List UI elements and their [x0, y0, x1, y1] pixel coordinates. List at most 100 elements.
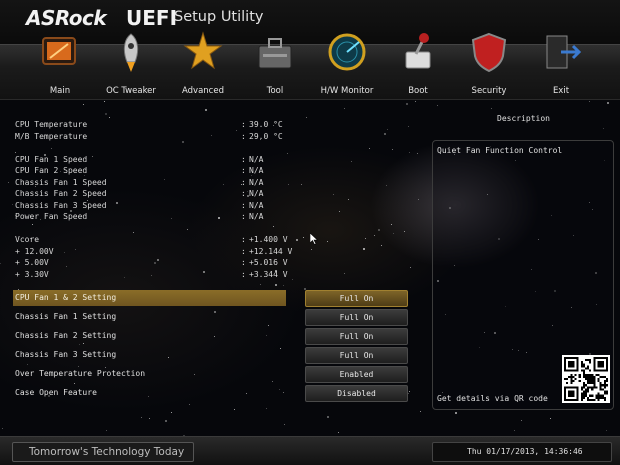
reading-separator: :	[241, 177, 246, 187]
star	[157, 258, 160, 261]
reading-label: + 5.00V	[15, 258, 49, 267]
tab-security[interactable]: Security	[453, 30, 525, 100]
setting-value-chassis-fan-1-setting[interactable]: Full On	[305, 309, 408, 326]
reading-label: CPU Fan 1 Speed	[15, 154, 88, 164]
setting-value-chassis-fan-3-setting[interactable]: Full On	[305, 347, 408, 364]
star	[288, 184, 290, 186]
star	[454, 412, 457, 415]
tab-exit[interactable]: Exit	[525, 30, 597, 100]
tab-label: Exit	[552, 86, 570, 96]
reading-label: CPU Fan 2 Speed	[15, 166, 88, 175]
setting-over-temperature-protection[interactable]: Over Temperature Protection	[13, 366, 286, 382]
star	[300, 184, 302, 185]
star	[274, 284, 277, 287]
star	[607, 101, 609, 104]
star	[32, 223, 34, 225]
exit-door-icon	[539, 30, 583, 74]
star	[74, 383, 75, 385]
tab-tool[interactable]: Tool	[239, 30, 311, 100]
mouse-cursor-icon	[310, 233, 319, 245]
star	[409, 391, 411, 393]
description-title: Description	[497, 114, 550, 123]
reading-label: + 3.30V	[15, 269, 49, 279]
star	[66, 266, 68, 268]
star	[170, 411, 172, 413]
setting-case-open-feature[interactable]: Case Open Feature	[13, 385, 286, 401]
brand-logo: ASRock	[26, 6, 107, 30]
star	[11, 203, 13, 205]
tab-main[interactable]: Main	[24, 30, 96, 100]
status-bar: Tomorrow's Technology Today Thu 01/17/20…	[0, 436, 620, 465]
reading-separator: :	[241, 166, 246, 175]
star	[408, 151, 410, 153]
reading-value: +3.344 V	[249, 269, 288, 279]
reading-value: N/A	[249, 189, 264, 198]
star	[74, 248, 76, 250]
tab-advanced[interactable]: Advanced	[167, 30, 239, 100]
star	[246, 190, 248, 192]
product-name: UEFI	[126, 6, 178, 30]
reading-value: N/A	[249, 166, 264, 175]
description-text: Quiet Fan Function Control	[437, 146, 563, 155]
star	[218, 217, 221, 220]
star	[189, 404, 191, 406]
setting-value-case-open-feature[interactable]: Disabled	[305, 385, 408, 402]
tagline-box: Tomorrow's Technology Today	[12, 442, 194, 462]
setting-cpu-fan-1-2-setting[interactable]: CPU Fan 1 & 2 Setting	[13, 290, 286, 306]
reading-value: N/A	[249, 177, 264, 187]
main-icon	[38, 30, 82, 74]
reading-separator: :	[241, 246, 246, 256]
star	[92, 156, 94, 158]
tab-label: Main	[49, 86, 71, 96]
reading-value: N/A	[249, 154, 264, 164]
star	[513, 429, 515, 431]
tab-oc-tweaker[interactable]: OC Tweaker	[95, 30, 167, 100]
tab-label: Tool	[266, 86, 284, 96]
star	[165, 420, 168, 423]
setting-value-cpu-fan-1-2-setting[interactable]: Full On	[305, 290, 408, 307]
star	[286, 152, 288, 154]
setting-chassis-fan-3-setting[interactable]: Chassis Fan 3 Setting	[13, 347, 286, 363]
qr-caption: Get details via QR code	[437, 394, 548, 403]
star	[103, 101, 105, 102]
star	[171, 218, 173, 220]
reading-separator: :	[241, 120, 246, 129]
datetime-box: Thu 01/17/2013, 14:36:46	[432, 442, 612, 462]
reading-label: Chassis Fan 1 Speed	[15, 177, 107, 187]
reading-separator: :	[241, 131, 246, 141]
setting-value-over-temperature-protection[interactable]: Enabled	[305, 366, 408, 383]
star	[365, 237, 367, 239]
star	[82, 104, 84, 106]
star	[405, 102, 408, 105]
qr-code-icon	[562, 355, 610, 403]
star	[332, 193, 334, 195]
tab-label: Security	[471, 86, 507, 96]
star	[124, 276, 126, 278]
tab-h-w-monitor[interactable]: H/W Monitor	[311, 30, 383, 100]
reading-label: + 12.00V	[15, 246, 54, 256]
star	[348, 199, 350, 200]
setting-chassis-fan-1-setting[interactable]: Chassis Fan 1 Setting	[13, 309, 286, 325]
tagline: Tomorrow's Technology Today	[29, 446, 185, 458]
boot-lever-icon	[396, 30, 440, 74]
reading-separator: :	[241, 200, 246, 210]
star	[414, 101, 416, 102]
star	[64, 251, 65, 253]
datetime: Thu 01/17/2013, 14:36:46	[467, 447, 583, 456]
star	[363, 247, 366, 250]
star	[373, 234, 375, 236]
tab-boot[interactable]: Boot	[382, 30, 454, 100]
star	[381, 244, 383, 246]
reading-label: Chassis Fan 3 Speed	[15, 200, 107, 210]
star	[410, 267, 412, 269]
reading-value: 39.0 °C	[249, 120, 283, 129]
star	[351, 161, 353, 163]
tab-label: OC Tweaker	[106, 86, 156, 96]
star	[115, 201, 118, 204]
star	[163, 179, 165, 181]
setting-chassis-fan-2-setting[interactable]: Chassis Fan 2 Setting	[13, 328, 286, 344]
star	[26, 363, 28, 365]
setting-value-chassis-fan-2-setting[interactable]: Full On	[305, 328, 408, 345]
star	[327, 415, 330, 418]
star	[133, 231, 135, 233]
